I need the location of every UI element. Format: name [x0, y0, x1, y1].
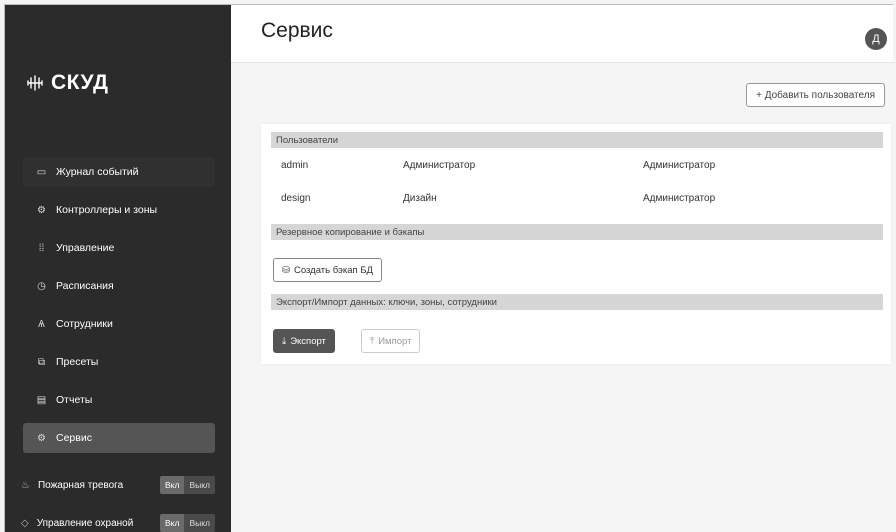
user-role: Администратор: [643, 193, 716, 204]
fire-alarm-toggle: Вкл Выкл: [159, 476, 215, 494]
fingerprint-logo-icon: [27, 75, 43, 91]
sidebar-item-label: Расписания: [56, 280, 114, 292]
controller-icon: ⚙: [37, 204, 46, 216]
create-backup-label: Создать бэкап БД: [293, 264, 373, 276]
sidebar-item-journal[interactable]: ▭ Журнал событий: [23, 157, 215, 187]
export-section-title: Экспорт/Импорт данных: ключи, зоны, сотр…: [271, 294, 883, 310]
security-label: Управление охраной: [36, 517, 134, 529]
sidebar-item-label: Пресеты: [56, 356, 99, 368]
main-area: Сервис Д + Добавить пользователя Пользов…: [231, 5, 893, 532]
sidebar-item-controllers[interactable]: ⚙ Контроллеры и зоны: [23, 195, 215, 225]
download-icon: ⤓: [282, 335, 287, 347]
user-login: admin: [281, 160, 309, 171]
monitor-icon: ▭: [36, 166, 47, 178]
security-on-button[interactable]: Вкл: [159, 514, 185, 532]
sliders-icon: ⁞⁞: [38, 242, 45, 254]
sidebar-item-schedules[interactable]: ◷ Расписания: [23, 271, 215, 301]
content: + Добавить пользователя Пользователи adm…: [231, 63, 893, 532]
sidebar-item-employees[interactable]: Ѧ Сотрудники: [23, 309, 215, 339]
clock-icon: ◷: [37, 280, 46, 292]
security-off-button[interactable]: Выкл: [184, 514, 215, 532]
table-row[interactable]: design Дизайн Администратор: [281, 193, 881, 209]
export-label: Экспорт: [290, 335, 326, 347]
import-button[interactable]: ⤒ Импорт: [361, 329, 421, 353]
preset-icon: ⧉: [37, 356, 46, 368]
sidebar: СКУД ▭ Журнал событий ⚙ Контроллеры и зо…: [5, 5, 231, 532]
sidebar-item-label: Сотрудники: [56, 318, 113, 330]
user-role: Администратор: [643, 160, 716, 171]
logo-text: СКУД: [51, 71, 109, 94]
sidebar-item-presets[interactable]: ⧉ Пресеты: [23, 347, 215, 377]
user-login: design: [281, 193, 311, 204]
export-button[interactable]: ⤓ Экспорт: [273, 329, 335, 353]
gear-icon: ⚙: [37, 432, 46, 444]
upload-icon: ⤒: [370, 335, 375, 347]
create-backup-button[interactable]: ⛁ Создать бэкап БД: [273, 258, 382, 282]
user-name: Администратор: [403, 160, 476, 171]
database-icon: ⛁: [282, 264, 290, 276]
security-row: ◇ Управление охраной Вкл Выкл: [5, 513, 215, 532]
sidebar-item-label: Журнал событий: [56, 166, 139, 178]
sidebar-item-label: Управление: [56, 242, 115, 254]
sidebar-item-label: Контроллеры и зоны: [56, 204, 158, 216]
app-window: СКУД ▭ Журнал событий ⚙ Контроллеры и зо…: [4, 4, 893, 532]
users-icon: Ѧ: [38, 318, 45, 330]
users-section-title: Пользователи: [271, 132, 883, 148]
sidebar-item-service[interactable]: ⚙ Сервис: [23, 423, 215, 453]
sidebar-item-label: Отчеты: [56, 394, 93, 406]
sidebar-item-reports[interactable]: ▤ Отчеты: [23, 385, 215, 415]
logo[interactable]: СКУД: [25, 71, 108, 95]
sidebar-nav: ▭ Журнал событий ⚙ Контроллеры и зоны ⁞⁞…: [23, 157, 215, 461]
header: Сервис Д: [231, 5, 893, 63]
add-user-button[interactable]: + Добавить пользователя: [746, 83, 885, 107]
service-card: Пользователи admin Администратор Админис…: [261, 124, 891, 364]
security-toggle: Вкл Выкл: [159, 514, 215, 532]
sidebar-item-label: Сервис: [56, 432, 92, 444]
fire-icon: ♨: [21, 479, 30, 491]
report-icon: ▤: [36, 394, 47, 406]
sidebar-item-control[interactable]: ⁞⁞ Управление: [23, 233, 215, 263]
fire-alarm-row: ♨ Пожарная тревога Вкл Выкл: [5, 475, 215, 495]
fire-alarm-off-button[interactable]: Выкл: [184, 476, 215, 494]
shield-icon: ◇: [21, 517, 29, 529]
import-label: Импорт: [378, 335, 412, 347]
fire-alarm-on-button[interactable]: Вкл: [159, 476, 185, 494]
fire-alarm-label: Пожарная тревога: [37, 479, 124, 491]
avatar[interactable]: Д: [865, 28, 887, 50]
backup-section-title: Резервное копирование и бэкапы: [271, 224, 883, 240]
user-name: Дизайн: [403, 193, 437, 204]
page-title: Сервис: [261, 19, 333, 42]
table-row[interactable]: admin Администратор Администратор: [281, 160, 881, 176]
